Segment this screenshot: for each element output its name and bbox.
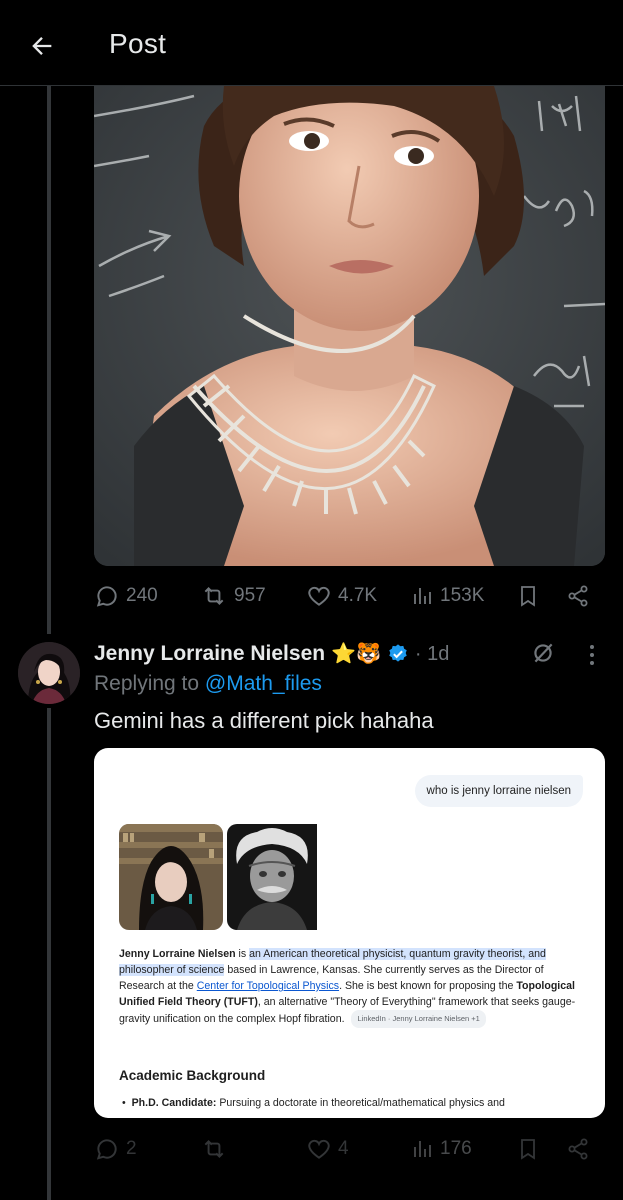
post-timestamp[interactable]: · 1d (415, 643, 449, 666)
replying-to-label: Replying to (94, 672, 200, 695)
thread-connector (47, 86, 51, 634)
embedded-screenshot[interactable]: who is jenny lorraine nielsen Jenny Lorr… (94, 748, 605, 1118)
share-button[interactable] (566, 583, 590, 609)
repost-icon (204, 587, 224, 605)
result-image-man (227, 824, 331, 930)
like-count: 4.7K (338, 585, 378, 606)
reply-count: 2 (126, 1138, 137, 1159)
author-row: Jenny Lorraine Nielsen ⭐🐯 · 1d (94, 639, 449, 669)
share-button[interactable] (566, 1136, 590, 1162)
source-chip[interactable]: LinkedIn · Jenny Lorraine Nielsen +1 (351, 1010, 486, 1028)
back-button[interactable] (22, 26, 62, 66)
views-count: 153K (440, 585, 485, 606)
views-icon (414, 1141, 431, 1157)
section-heading: Academic Background (119, 1068, 266, 1083)
answer-subject: Jenny Lorraine Nielsen (119, 948, 236, 960)
bookmark-button[interactable] (516, 1136, 540, 1162)
verified-badge-icon (389, 644, 407, 662)
answer-link[interactable]: Center for Topological Physics (197, 980, 339, 992)
repost-button[interactable]: 957 (200, 583, 266, 609)
result-image-woman (119, 824, 223, 930)
reply-text: Gemini has a different pick hahaha (94, 708, 434, 733)
more-vertical-icon (590, 645, 594, 665)
comment-icon (96, 586, 117, 607)
like-button[interactable]: 4.7K (306, 583, 377, 609)
replying-to-handle[interactable]: @Math_files (205, 672, 322, 695)
share-icon (568, 1138, 588, 1160)
replying-to-line: Replying to @Math_files (94, 672, 322, 696)
reply-button[interactable]: 240 (94, 583, 158, 609)
like-button[interactable]: 4 (306, 1136, 349, 1162)
bookmark-button[interactable] (516, 583, 540, 609)
like-count: 4 (338, 1138, 349, 1159)
arrow-left-icon (32, 37, 52, 55)
thread-connector (47, 708, 51, 1200)
bullet-label: Ph.D. Candidate: (131, 1097, 217, 1109)
answer-text: is (238, 948, 247, 960)
bookmark-icon (521, 1139, 535, 1160)
views-count: 176 (440, 1138, 472, 1159)
bullet-text: Pursuing a doctorate in theoretical/math… (219, 1097, 505, 1109)
avatar[interactable] (18, 642, 80, 704)
reply-count: 240 (126, 585, 158, 606)
grok-button[interactable] (530, 640, 556, 671)
repost-count: 957 (234, 585, 266, 606)
top-bar: Post (0, 0, 623, 86)
post-media-photo[interactable] (94, 86, 605, 566)
post-action-bar: 240 957 4.7K 153K (94, 581, 594, 611)
author-name[interactable]: Jenny Lorraine Nielsen (94, 642, 325, 666)
heart-icon (308, 1139, 330, 1159)
reply-button[interactable]: 2 (94, 1136, 137, 1162)
query-bubble: who is jenny lorraine nielsen (414, 775, 583, 807)
views-icon (414, 588, 431, 604)
name-emojis: ⭐🐯 (331, 643, 381, 665)
answer-paragraph: Jenny Lorraine Nielsen is an American th… (119, 946, 584, 1028)
comment-icon (96, 1139, 117, 1160)
more-options-button[interactable] (586, 644, 598, 671)
repost-icon (204, 1140, 224, 1158)
grok-icon (534, 643, 553, 663)
bullet-item: • Ph.D. Candidate: Pursuing a doctorate … (122, 1097, 505, 1109)
views-button[interactable]: 153K (410, 583, 484, 609)
repost-button[interactable] (200, 1136, 228, 1162)
reply-action-bar: 2 4 176 (94, 1134, 594, 1164)
share-icon (568, 585, 588, 607)
bookmark-icon (521, 586, 535, 607)
views-button[interactable]: 176 (410, 1136, 472, 1162)
heart-icon (308, 586, 330, 606)
page-title: Post (109, 28, 167, 59)
answer-text: . She is best known for proposing the (339, 980, 514, 992)
